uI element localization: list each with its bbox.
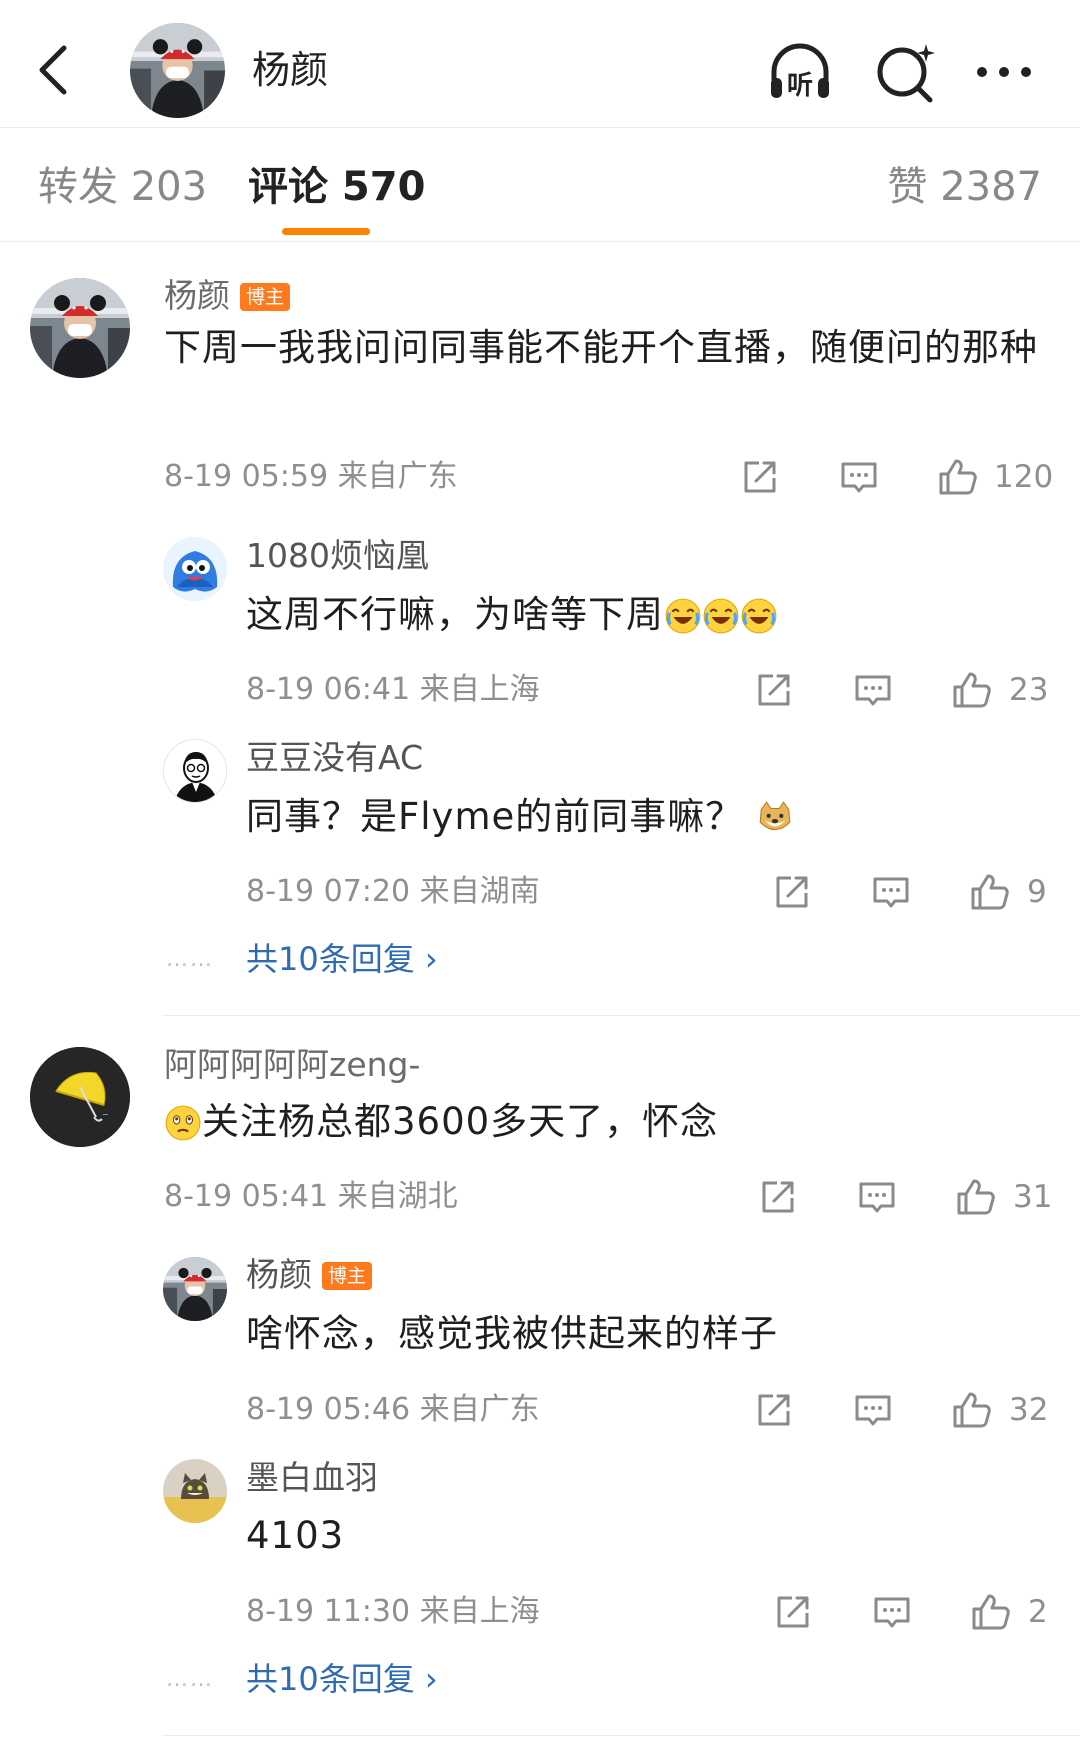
reply-text-content: 同事？是Flyme的前同事嘛？ (246, 795, 744, 838)
like-count: 31 (1013, 1179, 1053, 1215)
comment-divider (162, 1015, 1080, 1016)
like-count: 9 (1027, 874, 1047, 910)
laugh-cry-emoji-icon (740, 597, 778, 635)
listen-label: 听 (787, 71, 813, 101)
like-icon[interactable] (937, 456, 979, 498)
reply-icon[interactable] (852, 669, 894, 711)
author-badge: 博主 (240, 283, 291, 311)
comment-text-content: 关注杨总都3600多天了，怀念 (202, 1100, 719, 1143)
comment-divider (162, 1735, 1080, 1736)
reply-text: 这周不行嘛，为啥等下周 (246, 587, 778, 643)
avatar-image (163, 1459, 227, 1523)
reply-avatar[interactable] (163, 537, 227, 601)
like-count: 120 (994, 459, 1054, 495)
comment-text: 关注杨总都3600多天了，怀念 (164, 1094, 718, 1150)
thread-dots: …… (166, 947, 214, 972)
reply-meta: 8-19 11:30 来自上海 (246, 1594, 540, 1629)
tab-comment[interactable]: 评论 570 (248, 160, 425, 214)
reply-text: 4103 (246, 1514, 345, 1557)
comment-text: 下周一我我问问同事能不能开个直播，随便问的那种 (164, 326, 1038, 369)
search-button[interactable] (870, 36, 942, 108)
like-count: 23 (1009, 672, 1049, 708)
laugh-cry-emoji-icon (702, 597, 740, 635)
avatar-image (30, 278, 130, 378)
reply-text: 同事？是Flyme的前同事嘛？ (246, 789, 794, 845)
commenter-name[interactable]: 杨颜 博主 (164, 274, 291, 318)
doge-emoji-icon (756, 799, 794, 837)
avatar-image (130, 23, 225, 118)
reply-text: 啥怀念，感觉我被供起来的样子 (246, 1312, 778, 1355)
commenter-avatar[interactable]: ~ (30, 1047, 130, 1147)
share-icon[interactable] (757, 1176, 799, 1218)
avatar-image (164, 740, 226, 802)
more-options-button[interactable] (968, 36, 1040, 108)
reply-meta: 8-19 06:41 来自上海 (246, 672, 540, 707)
reply-icon[interactable] (838, 456, 880, 498)
share-icon[interactable] (771, 871, 813, 913)
like-count: 2 (1028, 1594, 1048, 1630)
avatar-image: ~ (30, 1047, 130, 1147)
top-nav-bar: 杨颜 听 (0, 0, 1080, 128)
share-icon[interactable] (772, 1591, 814, 1633)
like-count: 32 (1009, 1392, 1049, 1428)
tab-repost[interactable]: 转发 203 (38, 160, 207, 214)
svg-text:~: ~ (102, 1110, 109, 1119)
commenter-avatar[interactable] (30, 278, 130, 378)
share-icon[interactable] (739, 456, 781, 498)
reply-icon[interactable] (856, 1176, 898, 1218)
reply-user-name[interactable]: 豆豆没有AC (246, 736, 423, 780)
share-icon[interactable] (753, 669, 795, 711)
active-tab-indicator (282, 228, 370, 235)
reply-avatar[interactable] (163, 739, 227, 803)
share-icon[interactable] (753, 1389, 795, 1431)
reply-user-name[interactable]: 1080烦恼凰 (246, 534, 429, 578)
tab-like[interactable]: 赞 2387 (887, 160, 1042, 214)
ellipsis-icon (977, 67, 1031, 77)
reply-icon[interactable] (871, 1591, 913, 1633)
search-sparkle-icon (877, 44, 935, 103)
like-icon[interactable] (969, 871, 1011, 913)
commenter-name-text: 杨颜 (164, 276, 230, 315)
author-name[interactable]: 杨颜 (252, 44, 328, 96)
reply-user-name[interactable]: 墨白血羽 (246, 1456, 378, 1500)
reply-icon[interactable] (870, 871, 912, 913)
like-icon[interactable] (951, 1389, 993, 1431)
author-badge: 博主 (322, 1262, 373, 1290)
author-avatar[interactable] (130, 23, 225, 118)
commenter-name[interactable]: 阿阿阿阿阿zeng- (164, 1043, 420, 1087)
comment-meta: 8-19 05:41 来自湖北 (164, 1179, 458, 1214)
back-button[interactable] (30, 38, 80, 102)
avatar-image (163, 537, 227, 601)
chevron-left-icon (39, 45, 67, 95)
reply-text-content: 这周不行嘛，为啥等下周 (246, 593, 664, 636)
like-icon[interactable] (970, 1591, 1012, 1633)
view-more-replies-link[interactable]: 共10条回复 › (246, 1657, 438, 1701)
reply-meta: 8-19 05:46 来自广东 (246, 1392, 540, 1427)
like-icon[interactable] (951, 669, 993, 711)
thread-dots: …… (166, 1667, 214, 1692)
avatar-image (163, 1257, 227, 1321)
laugh-cry-emoji-icon (664, 597, 702, 635)
reply-meta: 8-19 07:20 来自湖南 (246, 874, 540, 909)
reply-user-name-text: 杨颜 (246, 1255, 312, 1294)
reply-icon[interactable] (852, 1389, 894, 1431)
like-icon[interactable] (955, 1176, 997, 1218)
tab-bar: 转发 203 评论 570 赞 2387 (0, 128, 1080, 242)
listen-button[interactable]: 听 (764, 36, 836, 108)
comment-meta: 8-19 05:59 来自广东 (164, 459, 458, 494)
reply-user-name[interactable]: 杨颜 博主 (246, 1253, 373, 1297)
view-more-replies-link[interactable]: 共10条回复 › (246, 937, 438, 981)
reply-avatar[interactable] (163, 1257, 227, 1321)
headphones-icon: 听 (771, 43, 829, 101)
pleading-face-emoji-icon (164, 1104, 202, 1142)
reply-avatar[interactable] (163, 1459, 227, 1523)
